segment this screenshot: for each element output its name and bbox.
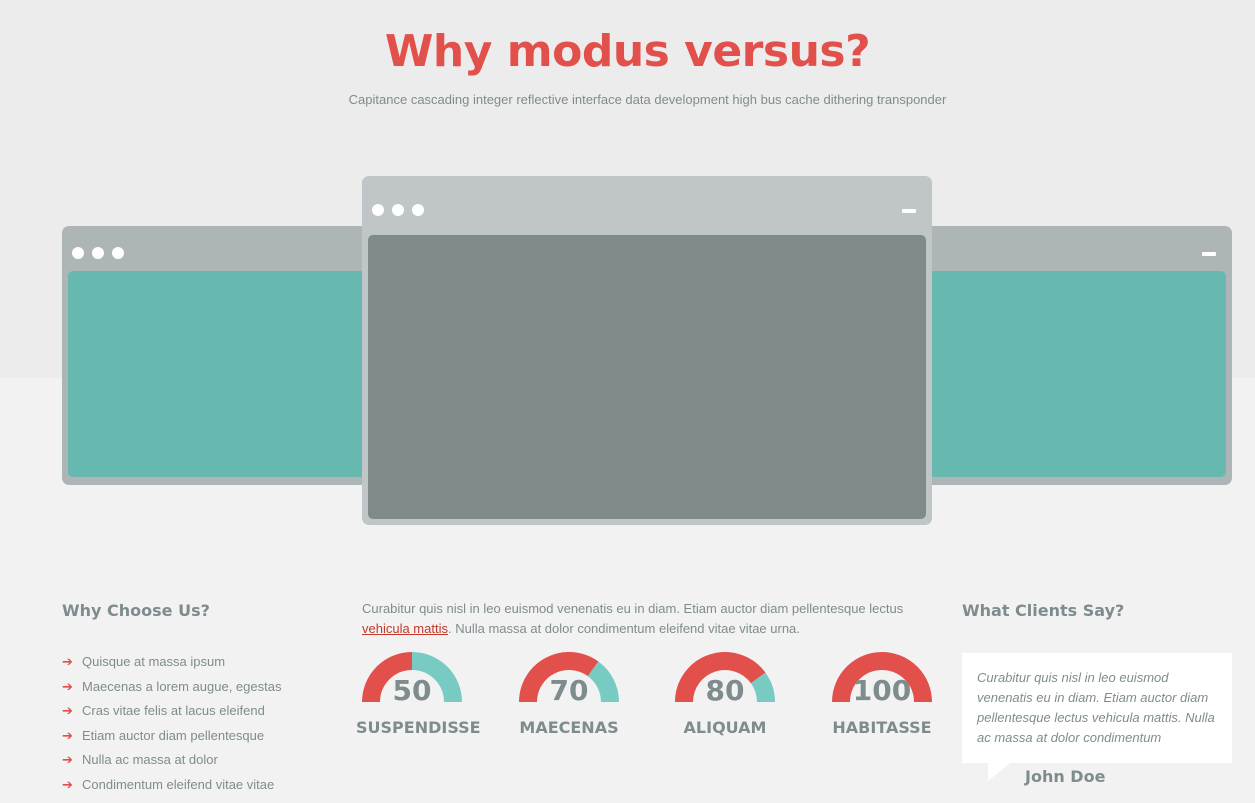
browser-window-right xyxy=(912,226,1232,485)
vehicula-mattis-link[interactable]: vehicula mattis xyxy=(362,621,448,636)
window-dot-icon xyxy=(92,247,104,259)
page-title: Why modus versus? xyxy=(384,26,871,77)
gauge-label: ALIQUAM xyxy=(683,718,767,737)
browser-screen-left xyxy=(68,271,376,477)
window-dot-icon xyxy=(372,204,384,216)
browser-screen-center xyxy=(368,235,926,519)
gauge-aliquam: 80 ALIQUAM xyxy=(675,652,775,737)
window-dot-icon xyxy=(392,204,404,216)
intro-text-start: Curabitur quis nisl in leo euismod venen… xyxy=(362,601,904,616)
list-item: ➔ Quisque at massa ipsum xyxy=(62,652,281,677)
gauge-value: 70 xyxy=(549,674,589,707)
window-dot-icon xyxy=(112,247,124,259)
window-dot-icon xyxy=(412,204,424,216)
browser-window-left xyxy=(62,226,382,485)
arrow-right-icon: ➔ xyxy=(62,678,73,694)
gauge-value: 100 xyxy=(852,674,912,707)
list-item-label: Etiam auctor diam pellentesque xyxy=(82,727,265,743)
list-item-label: Condimentum eleifend vitae vitae xyxy=(82,776,275,792)
quote-tail xyxy=(988,763,1010,781)
list-item: ➔ Nulla ac massa at dolor xyxy=(62,750,281,775)
gauge-label: SUSPENDISSE xyxy=(356,718,481,737)
list-item-label: Cras vitae felis at lacus eleifend xyxy=(82,703,265,719)
window-controls xyxy=(72,247,124,259)
gauge-label: MAECENAS xyxy=(519,718,619,737)
testimonial-quote: Curabitur quis nisl in leo euismod venen… xyxy=(962,653,1232,763)
list-item-label: Maecenas a lorem augue, egestas xyxy=(82,678,282,694)
client-name: John Doe xyxy=(1025,767,1106,786)
intro-text-end: . Nulla massa at dolor condimentum eleif… xyxy=(447,621,800,636)
why-choose-list: ➔ Quisque at massa ipsum ➔ Maecenas a lorem… xyxy=(62,652,281,800)
gauge-value: 80 xyxy=(705,674,745,707)
list-item: ➔ Maecenas a lorem augue, egestas xyxy=(62,677,281,702)
gauge-value: 50 xyxy=(392,674,432,707)
window-controls xyxy=(372,204,424,216)
minimize-icon xyxy=(902,209,916,213)
why-choose-heading: Why Choose Us? xyxy=(62,601,210,620)
arrow-right-icon: ➔ xyxy=(62,752,73,768)
window-dot-icon xyxy=(72,247,84,259)
browser-screen-right xyxy=(918,271,1226,477)
list-item-label: Quisque at massa ipsum xyxy=(82,654,226,669)
list-item: ➔ Condimentum eleifend vitae vitae xyxy=(62,775,281,800)
list-item: ➔ Cras vitae felis at lacus eleifend xyxy=(62,701,281,726)
arrow-right-icon: ➔ xyxy=(62,727,73,743)
gauge-label: HABITASSE xyxy=(832,718,932,737)
clients-heading: What Clients Say? xyxy=(962,601,1125,620)
arrow-right-icon: ➔ xyxy=(62,776,73,792)
gauge-habitasse: 100 HABITASSE xyxy=(832,652,932,737)
arrow-right-icon: ➔ xyxy=(62,703,73,719)
list-item: ➔ Etiam auctor diam pellentesque xyxy=(62,726,281,751)
gauge-maecenas: 70 MAECENAS xyxy=(519,652,619,737)
page-subtitle: Capitance cascading integer reflective i… xyxy=(348,92,947,107)
arrow-right-icon: ➔ xyxy=(62,654,73,669)
browser-window-center xyxy=(362,176,932,525)
minimize-icon xyxy=(1202,252,1216,256)
list-item-label: Nulla ac massa at dolor xyxy=(82,752,218,768)
gauge-suspendisse: 50 SUSPENDISSE xyxy=(356,652,481,737)
intro-paragraph: Curabitur quis nisl in leo euismod venen… xyxy=(362,599,922,639)
